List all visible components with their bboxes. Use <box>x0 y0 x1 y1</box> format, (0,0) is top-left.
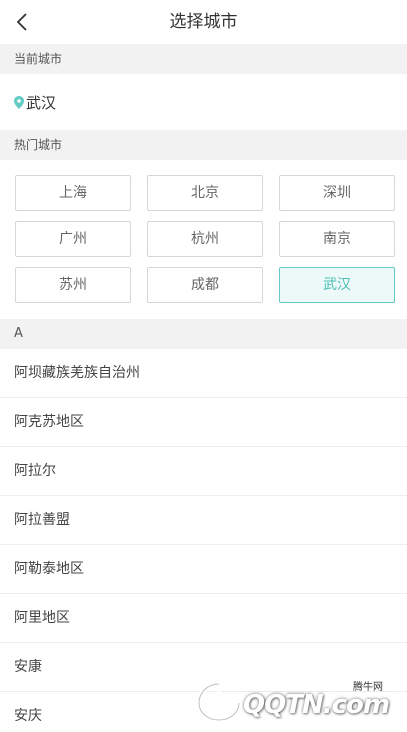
page-title: 选择城市 <box>169 12 238 32</box>
nav-bar: 选择城市 <box>0 0 407 44</box>
city-list-item[interactable]: 安康 <box>0 643 407 692</box>
hot-city-button[interactable]: 苏州 <box>15 267 131 303</box>
letter-index-header: A <box>0 319 407 349</box>
current-city-header: 当前城市 <box>0 44 407 74</box>
city-list-item[interactable]: 阿拉善盟 <box>0 496 407 545</box>
hot-city-button[interactable]: 成都 <box>147 267 263 303</box>
location-pin-icon <box>14 95 24 109</box>
city-picker-screen: 选择城市 当前城市 武汉 热门城市 上海 北京 深圳 广州 杭州 南京 苏州 成… <box>0 0 407 732</box>
city-list: 阿坝藏族羌族自治州 阿克苏地区 阿拉尔 阿拉善盟 阿勒泰地区 阿里地区 安康 安… <box>0 349 407 732</box>
hot-city-button[interactable]: 北京 <box>147 175 263 211</box>
city-list-item[interactable]: 安庆 <box>0 692 407 732</box>
hot-cities-grid: 上海 北京 深圳 广州 杭州 南京 苏州 成都 武汉 <box>0 160 407 319</box>
city-list-item[interactable]: 阿勒泰地区 <box>0 545 407 594</box>
hot-city-button[interactable]: 杭州 <box>147 221 263 257</box>
city-list-item[interactable]: 阿拉尔 <box>0 447 407 496</box>
hot-city-button[interactable]: 上海 <box>15 175 131 211</box>
city-list-item[interactable]: 阿克苏地区 <box>0 398 407 447</box>
hot-city-button[interactable]: 深圳 <box>279 175 395 211</box>
current-city-row[interactable]: 武汉 <box>0 74 407 130</box>
hot-city-button[interactable]: 南京 <box>279 221 395 257</box>
hot-cities-header: 热门城市 <box>0 130 407 160</box>
current-city-label: 武汉 <box>26 93 57 112</box>
hot-city-button[interactable]: 广州 <box>15 221 131 257</box>
city-list-item[interactable]: 阿坝藏族羌族自治州 <box>0 349 407 398</box>
hot-city-button-selected[interactable]: 武汉 <box>279 267 395 303</box>
city-list-item[interactable]: 阿里地区 <box>0 594 407 643</box>
